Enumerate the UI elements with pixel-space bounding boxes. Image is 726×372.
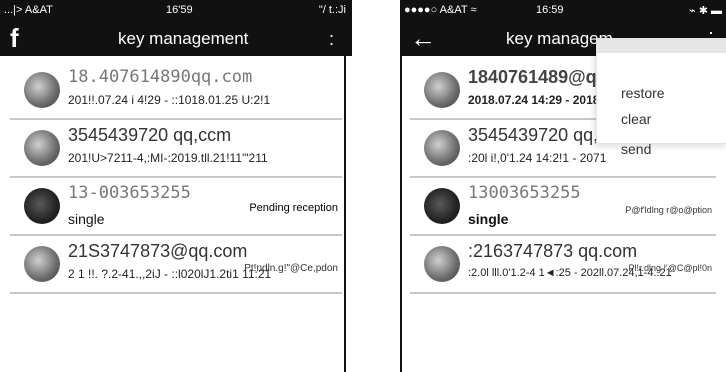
avatar [424,130,460,166]
key-list-item[interactable]: 13-003653255 single Pending reception [10,178,342,236]
status-time: 16'59 [166,4,193,16]
key-list-item[interactable]: :2163747873 qq.com :2.0l lll.0'1.2-4 1◄:… [410,236,716,294]
key-status: Pending reception [249,202,338,214]
avatar [424,188,460,224]
left-phone-screen: ...|> A&AT 16'59 "/ t.:Ji f key manageme… [0,0,352,372]
status-bar: ●●●●○ A&AT ≈ 16:59 ⌁ ✱ ▬ [400,0,726,22]
key-validity: 201!!.07.24 i 4!29 - ::1018.01.25 U:2!1 [68,93,271,107]
key-validity: 201!U>7211-4,:MI-:2019.tll.21!11'"211 [68,151,268,165]
key-status: Pl!r.dlng !'@C@pl!0n [628,263,712,273]
menu-item-clear[interactable]: clear [621,111,651,127]
key-validity: 2 1 !!. ?.2-41.,,2iJ - ::l020lJ1.2ti1 11… [68,267,272,281]
avatar [24,246,60,282]
key-account: 21S3747873@qq.com [68,241,248,261]
battery-indicator: ⌁ ✱ ▬ [689,5,722,17]
options-menu: restore clear send [596,38,726,157]
app-bar: f key management : [0,22,352,56]
menu-header [597,39,726,53]
status-bar: ...|> A&AT 16'59 "/ t.:Ji [0,0,352,22]
screen-edge [400,55,402,372]
right-phone-screen: ●●●●○ A&AT ≈ 16:59 ⌁ ✱ ▬ ← key managem ⋮… [400,0,726,372]
battery-indicator: "/ t.:Ji [318,4,346,16]
key-list-item[interactable]: 18.407614890qq.com 201!!.07.24 i 4!29 - … [10,62,342,120]
key-validity: 2018.07.24 14:29 - 2018 [468,93,600,107]
key-validity: single [468,211,509,227]
avatar [424,72,460,108]
carrier-signal: ...|> A&AT [4,4,53,16]
carrier-signal: ●●●●○ A&AT ≈ [404,4,477,16]
key-account: :2163747873 qq.com [468,241,638,261]
key-account: 13-003653255 [68,183,191,203]
screen-edge [344,55,346,372]
avatar [424,246,460,282]
menu-item-restore[interactable]: restore [621,85,665,101]
more-options-icon[interactable]: : [329,29,334,49]
avatar [24,130,60,166]
key-account: 13003653255 [468,183,581,203]
key-list-item[interactable]: 21S3747873@qq.com 2 1 !!. ?.2-41.,,2iJ -… [10,236,342,294]
page-title: key management [118,29,249,48]
menu-item-send[interactable]: send [621,141,651,157]
key-list-item[interactable]: 3545439720 qq,ccm 201!U>7211-4,:MI-:2019… [10,120,342,178]
avatar [24,188,60,224]
back-icon[interactable]: ← [410,24,436,52]
key-validity: single [68,211,105,227]
back-icon[interactable]: f [10,24,19,52]
key-validity: :20l i!,0'1.24 14:2!1 - 2071 [468,151,607,165]
key-status: Pt!ndln.g!"@Ce,pdon [244,263,338,274]
key-account: 18.407614890qq.com [68,67,253,87]
key-status: P@f'ldlng r@o@ption [625,205,712,215]
key-account: 3545439720 qq,c [468,125,608,145]
status-time: 16:59 [536,4,564,16]
key-account: 3545439720 qq,ccm [68,125,232,145]
avatar [24,72,60,108]
key-list-item[interactable]: 13003653255 single P@f'ldlng r@o@ption [410,178,716,236]
